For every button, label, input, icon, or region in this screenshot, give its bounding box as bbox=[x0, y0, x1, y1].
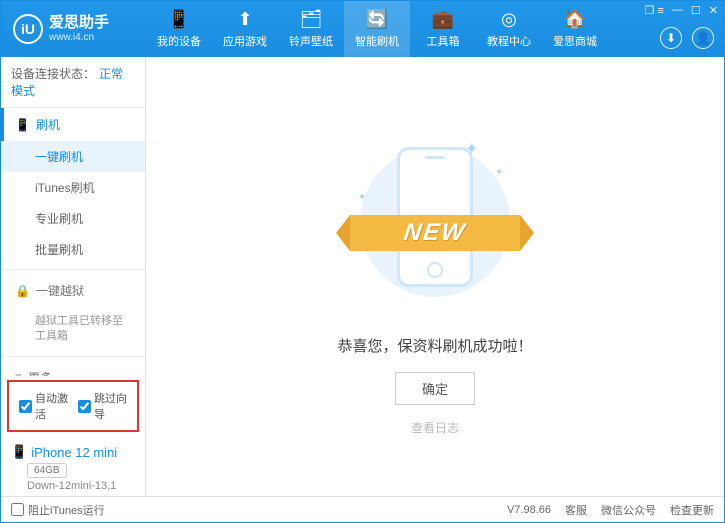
app-header: iU 爱思助手 www.i4.cn 📱 我的设备 ⬆ 应用游戏 🗂 铃声壁纸 🔄 智能刷机 💼 工… bbox=[1, 1, 724, 57]
connection-label: 设备连接状态： bbox=[11, 67, 95, 81]
window-control-button[interactable]: — bbox=[672, 4, 683, 17]
download-button[interactable]: ⬇ bbox=[660, 27, 682, 49]
sidebar-sub-item[interactable]: 一键刷机 bbox=[1, 141, 145, 172]
group-icon: 🔒 bbox=[15, 284, 30, 298]
version-label: V7.98.66 bbox=[507, 504, 551, 516]
nav-item[interactable]: ◎ 教程中心 bbox=[476, 1, 542, 57]
nav-item[interactable]: 🏠 爱思商城 bbox=[542, 1, 608, 57]
flash-options-highlight: 自动激活 跳过向导 bbox=[7, 380, 139, 432]
success-message: 恭喜您，保资料刷机成功啦！ bbox=[337, 335, 532, 356]
nav-icon: 🔄 bbox=[366, 9, 388, 30]
device-info: 📱iPhone 12 mini 64GB Down-12mini-13,1 bbox=[1, 436, 145, 496]
nav-label: 爱思商城 bbox=[553, 33, 597, 49]
window-control-button[interactable]: ❐ ≡ bbox=[645, 4, 664, 17]
window-control-button[interactable]: ✕ bbox=[709, 4, 718, 17]
success-illustration: ✦ ✦ ✦ NEW bbox=[350, 137, 520, 307]
device-capacity: 64GB bbox=[27, 463, 67, 478]
footer: 阻止iTunes运行 V7.98.66 客服 微信公众号 检查更新 bbox=[1, 496, 724, 522]
sidebar-sub-item[interactable]: 批量刷机 bbox=[1, 234, 145, 265]
nav-icon: 🗂 bbox=[300, 9, 323, 30]
nav-item[interactable]: ⬆ 应用游戏 bbox=[212, 1, 278, 57]
nav-label: 铃声壁纸 bbox=[289, 33, 333, 49]
sidebar-group[interactable]: 📱 刷机 bbox=[1, 108, 145, 141]
main-panel: ✦ ✦ ✦ NEW 恭喜您，保资料刷机成功啦！ 确定 查看日志 bbox=[146, 57, 724, 496]
new-ribbon: NEW bbox=[350, 215, 520, 251]
nav-icon: ⬆ bbox=[237, 9, 252, 30]
group-icon: 📱 bbox=[15, 118, 30, 132]
connection-status: 设备连接状态：正常模式 bbox=[1, 57, 145, 108]
group-label: 一键越狱 bbox=[36, 282, 84, 299]
sidebar-sub-item[interactable]: iTunes刷机 bbox=[1, 172, 145, 203]
group-label: 刷机 bbox=[36, 116, 60, 133]
app-title: 爱思助手 bbox=[49, 14, 109, 32]
sidebar-group[interactable]: 🔒 一键越狱 bbox=[1, 274, 145, 307]
nav-label: 工具箱 bbox=[427, 33, 460, 49]
sidebar-note: 越狱工具已转移至 工具箱 bbox=[1, 307, 145, 352]
nav-item[interactable]: 💼 工具箱 bbox=[410, 1, 476, 57]
group-icon: ≡ bbox=[15, 370, 22, 376]
device-model: Down-12mini-13,1 bbox=[27, 480, 135, 492]
ok-button[interactable]: 确定 bbox=[395, 372, 475, 405]
window-control-button[interactable]: ☐ bbox=[691, 4, 701, 17]
nav-icon: ◎ bbox=[501, 9, 517, 30]
nav-label: 教程中心 bbox=[487, 33, 531, 49]
nav-item[interactable]: 📱 我的设备 bbox=[146, 1, 212, 57]
nav-icon: 🏠 bbox=[564, 9, 586, 30]
main-nav: 📱 我的设备 ⬆ 应用游戏 🗂 铃声壁纸 🔄 智能刷机 💼 工具箱 ◎ 教程中心 🏠 爱思商城 bbox=[146, 1, 608, 57]
nav-label: 我的设备 bbox=[157, 33, 201, 49]
nav-icon: 💼 bbox=[432, 9, 454, 30]
wechat-link[interactable]: 微信公众号 bbox=[601, 502, 656, 518]
check-update-link[interactable]: 检查更新 bbox=[670, 502, 714, 518]
view-log-link[interactable]: 查看日志 bbox=[411, 419, 459, 436]
phone-icon: 📱 bbox=[11, 444, 27, 460]
sidebar: 设备连接状态：正常模式 📱 刷机一键刷机iTunes刷机专业刷机批量刷机 🔒 一键越狱… bbox=[1, 57, 146, 496]
block-itunes-checkbox[interactable]: 阻止iTunes运行 bbox=[11, 502, 105, 518]
nav-label: 应用游戏 bbox=[223, 33, 267, 49]
auto-activate-checkbox[interactable]: 自动激活 bbox=[19, 390, 68, 422]
nav-label: 智能刷机 bbox=[355, 33, 399, 49]
logo-area: iU 爱思助手 www.i4.cn bbox=[1, 14, 146, 44]
group-label: 更多 bbox=[28, 369, 52, 376]
device-name[interactable]: 📱iPhone 12 mini bbox=[11, 444, 135, 460]
sidebar-group[interactable]: ≡ 更多 bbox=[1, 361, 145, 376]
nav-item[interactable]: 🗂 铃声壁纸 bbox=[278, 1, 344, 57]
nav-icon: 📱 bbox=[168, 9, 190, 30]
logo-icon: iU bbox=[13, 14, 43, 44]
nav-item[interactable]: 🔄 智能刷机 bbox=[344, 1, 410, 57]
app-subtitle: www.i4.cn bbox=[49, 32, 109, 44]
skip-guide-checkbox[interactable]: 跳过向导 bbox=[78, 390, 127, 422]
customer-service-link[interactable]: 客服 bbox=[565, 502, 587, 518]
user-button[interactable]: 👤 bbox=[692, 27, 714, 49]
sidebar-sub-item[interactable]: 专业刷机 bbox=[1, 203, 145, 234]
window-controls: ❐ ≡ — ☐ ✕ bbox=[645, 4, 718, 17]
